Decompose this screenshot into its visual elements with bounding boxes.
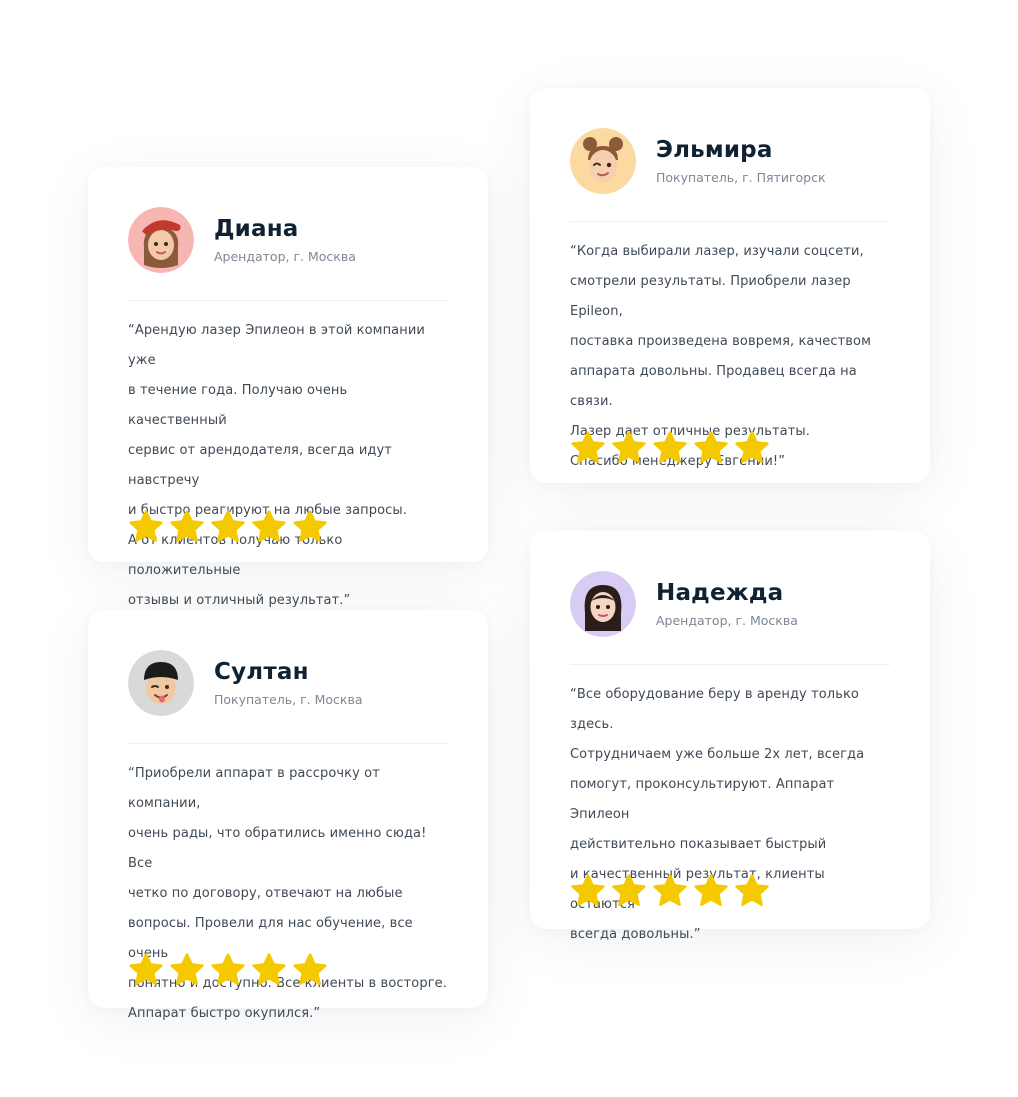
review-card: Диана Арендатор, г. Москва “Арендую лазе… (88, 167, 488, 608)
review-header: Эльмира Покупатель, г. Пятигорск (570, 128, 890, 194)
star-icon (571, 431, 605, 463)
star-icon (211, 510, 245, 542)
reviewer-name: Султан (214, 659, 309, 685)
review-text: “Приобрели аппарат в рассрочку от компан… (128, 766, 447, 1021)
star-icon (735, 874, 769, 906)
rating-stars (570, 430, 775, 466)
star-icon (694, 431, 728, 463)
reviewer-role: Покупатель, г. Москва (214, 692, 363, 707)
review-card: Эльмира Покупатель, г. Пятигорск “Когда … (530, 88, 930, 483)
review-header: Диана Арендатор, г. Москва (128, 207, 448, 273)
review-header: Надежда Арендатор, г. Москва (570, 571, 890, 637)
woman-red-beret-avatar-icon (128, 207, 194, 273)
woman-dark-hair-avatar-icon (570, 571, 636, 637)
man-black-cap-avatar-icon (128, 650, 194, 716)
reviewer-name: Надежда (656, 580, 784, 606)
star-icon (571, 874, 605, 906)
star-icon (293, 510, 327, 542)
star-icon (293, 953, 327, 985)
divider (128, 743, 448, 744)
reviewer-role: Арендатор, г. Москва (656, 613, 798, 628)
rating-stars (128, 509, 333, 545)
reviewer-role: Арендатор, г. Москва (214, 249, 356, 264)
star-icon (653, 431, 687, 463)
reviewer-role: Покупатель, г. Пятигорск (656, 170, 826, 185)
star-icon (252, 510, 286, 542)
star-icon (694, 874, 728, 906)
divider (570, 664, 890, 665)
woman-hair-buns-avatar-icon (570, 128, 636, 194)
divider (128, 300, 448, 301)
review-text: “Арендую лазер Эпилеон в этой компании у… (128, 323, 425, 608)
reviewer-name: Эльмира (656, 137, 773, 163)
star-icon (129, 510, 163, 542)
reviewer-name: Диана (214, 216, 299, 242)
review-text: “Все оборудование беру в аренду только з… (570, 687, 865, 942)
star-icon (653, 874, 687, 906)
star-icon (170, 953, 204, 985)
star-icon (612, 874, 646, 906)
star-icon (170, 510, 204, 542)
star-icon (612, 431, 646, 463)
rating-stars (128, 952, 333, 988)
star-icon (129, 953, 163, 985)
divider (570, 221, 890, 222)
review-card: Надежда Арендатор, г. Москва “Все оборуд… (530, 531, 930, 942)
review-header: Султан Покупатель, г. Москва (128, 650, 448, 716)
rating-stars (570, 873, 775, 909)
review-card: Султан Покупатель, г. Москва “Приобрели … (88, 610, 488, 1021)
star-icon (735, 431, 769, 463)
star-icon (252, 953, 286, 985)
star-icon (211, 953, 245, 985)
